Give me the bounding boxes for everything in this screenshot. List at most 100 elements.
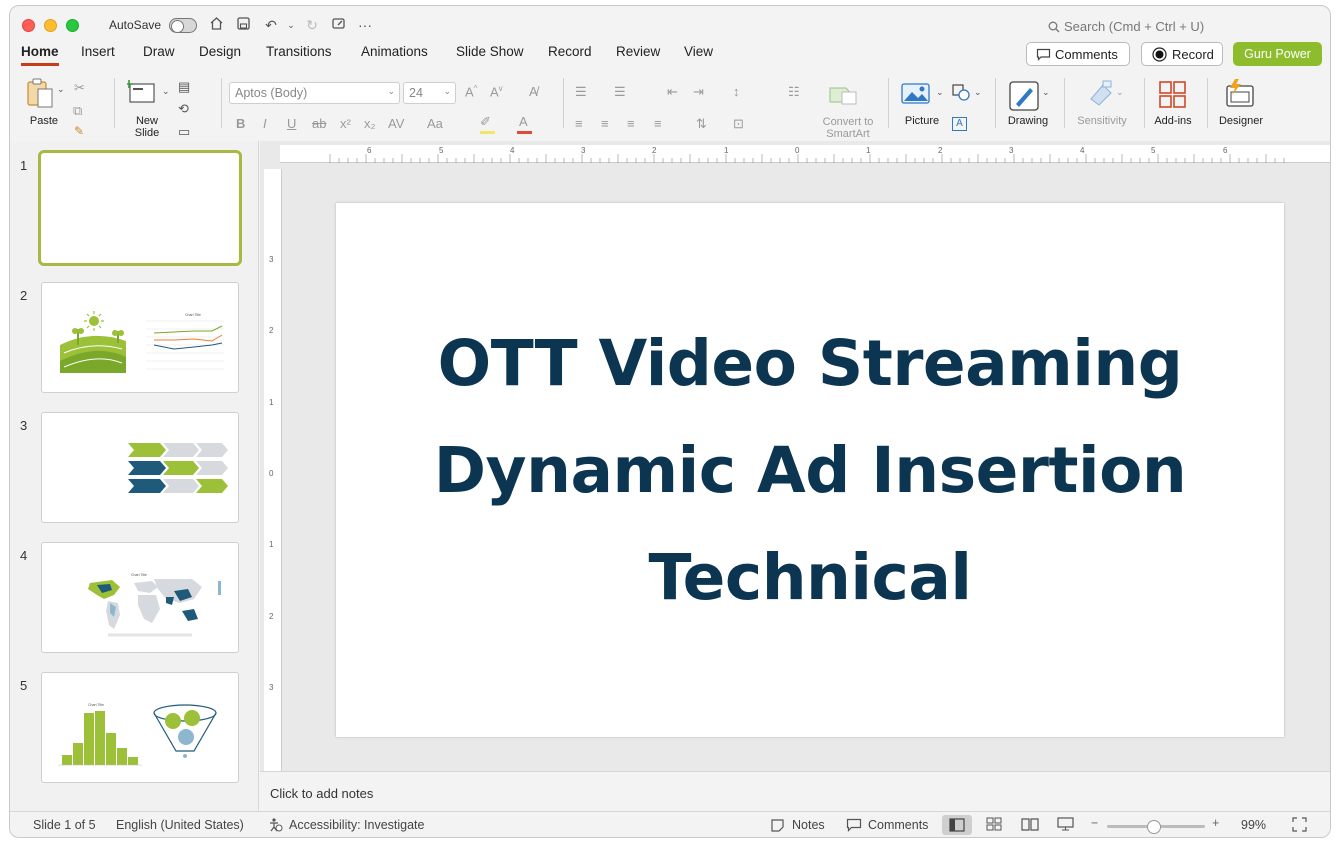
slide-sorter-icon[interactable] — [986, 817, 1002, 834]
notes-pane[interactable]: Click to add notes — [260, 771, 1330, 811]
picture-dropdown-icon[interactable]: ⌄ — [936, 87, 944, 98]
numbering-icon[interactable]: ☰ — [614, 84, 626, 100]
slideshow-view-icon[interactable] — [1057, 817, 1074, 834]
accessibility-icon[interactable] — [268, 817, 283, 835]
zoom-in-icon[interactable]: + — [1212, 816, 1219, 830]
accessibility-status[interactable]: Accessibility: Investigate — [289, 818, 424, 832]
tab-slide-show[interactable]: Slide Show — [456, 44, 524, 66]
minimize-window-button[interactable] — [44, 19, 57, 32]
tab-view[interactable]: View — [684, 44, 713, 66]
copy-icon[interactable]: ⧉ — [73, 103, 82, 119]
drawing-dropdown-icon[interactable]: ⌄ — [1042, 87, 1050, 98]
columns-icon[interactable]: ☷ — [788, 84, 800, 100]
autosave-toggle[interactable] — [169, 18, 197, 33]
clear-formatting-icon[interactable]: A̸ — [529, 84, 538, 99]
drawing-icon[interactable] — [1008, 80, 1040, 117]
superscript-icon[interactable]: x² — [340, 116, 351, 131]
chevron-down-icon: ⌄ — [387, 86, 395, 96]
align-text-icon[interactable]: ⊡ — [733, 116, 744, 132]
new-slide-button[interactable] — [125, 79, 157, 110]
format-painter-icon[interactable]: ✎ — [74, 124, 84, 138]
comments-toggle[interactable]: Comments — [868, 818, 928, 832]
comments-button[interactable]: Comments — [1026, 42, 1130, 66]
justify-icon[interactable]: ≡ — [654, 116, 662, 131]
slide-canvas[interactable]: OTT Video Streaming Dynamic Ad Insertion… — [336, 203, 1284, 737]
slide-thumbnail-3[interactable] — [41, 412, 239, 523]
increase-font-icon[interactable]: A^ — [465, 84, 477, 99]
slide-thumbnail-2[interactable]: Chart Title — [41, 282, 239, 393]
slide-thumbnail-panel[interactable]: 1 2 Chart Title 3 4 Chart Title 5 Chart … — [10, 141, 259, 811]
shapes-dropdown-icon[interactable]: ⌄ — [974, 87, 982, 98]
text-direction-icon[interactable]: ⇅ — [696, 116, 707, 132]
font-color-icon[interactable]: A — [519, 114, 528, 129]
fit-to-window-icon[interactable] — [1292, 817, 1307, 835]
comment-icon[interactable] — [846, 818, 862, 835]
zoom-level[interactable]: 99% — [1241, 818, 1266, 832]
record-button[interactable]: Record — [1141, 42, 1223, 66]
home-icon[interactable] — [206, 16, 226, 34]
tab-review[interactable]: Review — [616, 44, 660, 66]
designer-icon[interactable] — [1224, 78, 1256, 115]
sensitivity-icon[interactable] — [1087, 79, 1115, 112]
notes-icon[interactable] — [770, 818, 785, 835]
character-spacing-icon[interactable]: AV — [388, 116, 404, 131]
text-box-icon[interactable]: A — [952, 117, 967, 131]
tab-animations[interactable]: Animations — [361, 44, 428, 66]
add-ins-icon[interactable] — [1158, 80, 1188, 115]
section-icon[interactable]: ▭ — [178, 124, 190, 140]
change-case-icon[interactable]: Aa — [427, 116, 443, 131]
language-status[interactable]: English (United States) — [116, 818, 244, 832]
paste-dropdown-icon[interactable]: ⌄ — [57, 84, 65, 95]
undo-dropdown-icon[interactable]: ⌄ — [281, 16, 301, 34]
bullets-icon[interactable]: ☰ — [575, 84, 587, 100]
bold-icon[interactable]: B — [236, 116, 245, 131]
decrease-font-icon[interactable]: Av — [490, 84, 503, 99]
cut-icon[interactable]: ✂ — [74, 80, 85, 96]
zoom-slider-knob[interactable] — [1147, 820, 1161, 834]
tab-home[interactable]: Home — [21, 44, 59, 66]
customize-toolbar-icon[interactable] — [328, 16, 348, 34]
redo-icon[interactable]: ↻ — [302, 16, 322, 34]
align-left-icon[interactable]: ≡ — [575, 116, 583, 131]
paste-button[interactable] — [26, 77, 56, 114]
picture-icon[interactable] — [901, 82, 931, 111]
notes-toggle[interactable]: Notes — [792, 818, 825, 832]
close-window-button[interactable] — [22, 19, 35, 32]
guru-power-button[interactable]: Guru Power — [1233, 42, 1322, 66]
undo-icon[interactable]: ↶ — [261, 16, 281, 34]
zoom-out-icon[interactable]: − — [1091, 816, 1098, 830]
line-spacing-icon[interactable]: ↕ — [733, 84, 740, 99]
font-size-select[interactable]: 24 ⌄ — [403, 82, 456, 104]
more-icon[interactable]: ··· — [355, 16, 375, 34]
normal-view-button[interactable] — [942, 815, 972, 835]
tab-record[interactable]: Record — [548, 44, 592, 66]
align-center-icon[interactable]: ≡ — [601, 116, 609, 131]
tab-insert[interactable]: Insert — [81, 44, 115, 66]
tab-design[interactable]: Design — [199, 44, 241, 66]
reset-slide-icon[interactable]: ⟲ — [178, 101, 189, 117]
highlight-icon[interactable]: ✐ — [480, 114, 491, 130]
shapes-icon[interactable] — [952, 84, 972, 107]
new-slide-dropdown-icon[interactable]: ⌄ — [162, 86, 170, 97]
strikethrough-icon[interactable]: ab — [312, 116, 326, 131]
save-icon[interactable] — [233, 16, 253, 34]
maximize-window-button[interactable] — [66, 19, 79, 32]
decrease-indent-icon[interactable]: ⇤ — [667, 84, 678, 100]
underline-icon[interactable]: U — [287, 116, 296, 131]
align-right-icon[interactable]: ≡ — [627, 116, 635, 131]
convert-smartart-icon[interactable] — [828, 84, 858, 111]
reading-view-icon[interactable] — [1021, 817, 1039, 834]
search-box[interactable]: Search (Cmd + Ctrl + U) — [1048, 19, 1204, 34]
tab-draw[interactable]: Draw — [143, 44, 175, 66]
slide-thumbnail-1[interactable] — [38, 150, 242, 266]
font-name-select[interactable]: Aptos (Body) ⌄ — [229, 82, 400, 104]
sensitivity-dropdown-icon[interactable]: ⌄ — [1116, 87, 1124, 98]
slide-title[interactable]: OTT Video Streaming Dynamic Ad Insertion… — [336, 310, 1284, 631]
layout-icon[interactable]: ▤ — [178, 79, 190, 95]
increase-indent-icon[interactable]: ⇥ — [693, 84, 704, 100]
subscript-icon[interactable]: x₂ — [364, 116, 376, 131]
italic-icon[interactable]: I — [263, 116, 267, 131]
slide-thumbnail-4[interactable]: Chart Title — [41, 542, 239, 653]
tab-transitions[interactable]: Transitions — [266, 44, 332, 66]
slide-thumbnail-5[interactable]: Chart Title — [41, 672, 239, 783]
